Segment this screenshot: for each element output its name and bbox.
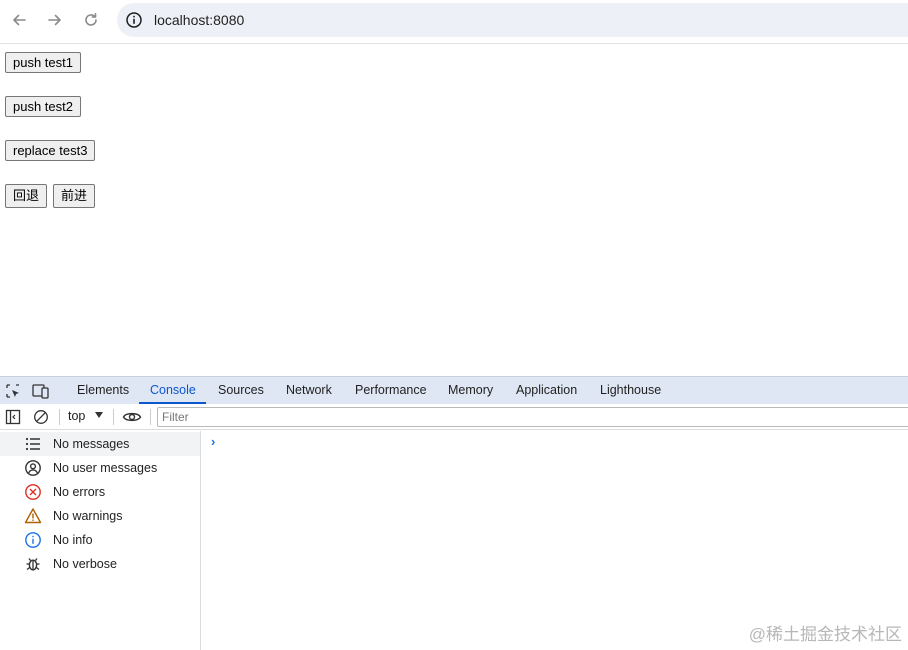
user-icon — [25, 460, 41, 476]
sidebar-item-label: No errors — [53, 485, 106, 499]
sidebar-item-label: No user messages — [53, 461, 158, 475]
sidebar-item-info[interactable]: No info — [0, 528, 200, 552]
sidebar-item-errors[interactable]: No errors — [0, 480, 200, 504]
forward-button[interactable] — [45, 10, 65, 30]
sidebar-item-label: No info — [53, 533, 93, 547]
select-element-icon — [6, 384, 19, 398]
history-forward-button[interactable]: 前进 — [53, 184, 96, 208]
sidebar-item-user-messages[interactable]: No user messages — [0, 456, 200, 480]
warning-icon — [24, 508, 42, 524]
console-prompt[interactable]: › — [211, 434, 215, 449]
toolbar-divider — [59, 409, 60, 425]
address-bar[interactable]: localhost:8080 — [117, 3, 908, 37]
devtools-panel: Elements Console Sources Network Perform… — [0, 376, 908, 650]
arrow-right-icon — [48, 14, 61, 26]
devtools-tab-bar: Elements Console Sources Network Perform… — [0, 376, 908, 404]
sidebar-item-label: No messages — [53, 437, 130, 451]
sidebar-icon — [5, 409, 21, 425]
sidebar-item-verbose[interactable]: No verbose — [0, 552, 200, 576]
sidebar-item-messages[interactable]: No messages — [0, 432, 200, 456]
push-test2-button[interactable]: push test2 — [5, 96, 81, 117]
sidebar-item-label: No verbose — [53, 557, 117, 571]
context-selector[interactable]: top — [68, 409, 85, 423]
toggle-sidebar-button[interactable] — [4, 408, 22, 426]
tab-lighthouse[interactable]: Lighthouse — [600, 383, 661, 397]
tab-memory[interactable]: Memory — [448, 383, 493, 397]
device-icon — [32, 384, 49, 399]
tab-elements[interactable]: Elements — [77, 383, 129, 397]
reload-icon — [85, 13, 97, 26]
device-toolbar-button[interactable] — [32, 382, 50, 400]
tab-network[interactable]: Network — [286, 383, 332, 397]
tab-performance[interactable]: Performance — [355, 383, 427, 397]
watermark: @稀土掘金技术社区 — [748, 625, 902, 644]
info-icon — [25, 532, 41, 548]
toolbar-divider — [150, 409, 151, 425]
push-test1-button[interactable]: push test1 — [5, 52, 81, 73]
arrow-left-icon — [13, 14, 26, 26]
bug-icon — [26, 558, 40, 571]
toolbar-divider — [113, 409, 114, 425]
console-toolbar: top — [0, 404, 908, 430]
back-button[interactable] — [9, 10, 29, 30]
replace-test3-button[interactable]: replace test3 — [5, 140, 96, 161]
filter-input[interactable] — [157, 407, 908, 427]
reload-button[interactable] — [81, 10, 101, 30]
sidebar-item-label: No warnings — [53, 509, 123, 523]
live-expression-button[interactable] — [121, 408, 143, 426]
tab-application[interactable]: Application — [516, 383, 577, 397]
list-icon — [25, 437, 40, 451]
chevron-down-icon[interactable] — [95, 412, 103, 418]
console-sidebar: No messages No user messages No errors N… — [0, 431, 201, 650]
tab-console[interactable]: Console — [150, 383, 196, 397]
error-icon — [25, 484, 41, 500]
browser-toolbar: localhost:8080 — [0, 0, 908, 44]
block-icon — [34, 410, 48, 424]
eye-icon — [122, 412, 142, 422]
tab-sources[interactable]: Sources — [218, 383, 264, 397]
inspect-element-button[interactable] — [4, 382, 22, 400]
clear-console-button[interactable] — [32, 408, 50, 426]
url-text[interactable]: localhost:8080 — [154, 12, 244, 28]
sidebar-item-warnings[interactable]: No warnings — [0, 504, 200, 528]
history-back-button[interactable]: 回退 — [5, 184, 48, 208]
info-icon[interactable] — [125, 11, 143, 29]
